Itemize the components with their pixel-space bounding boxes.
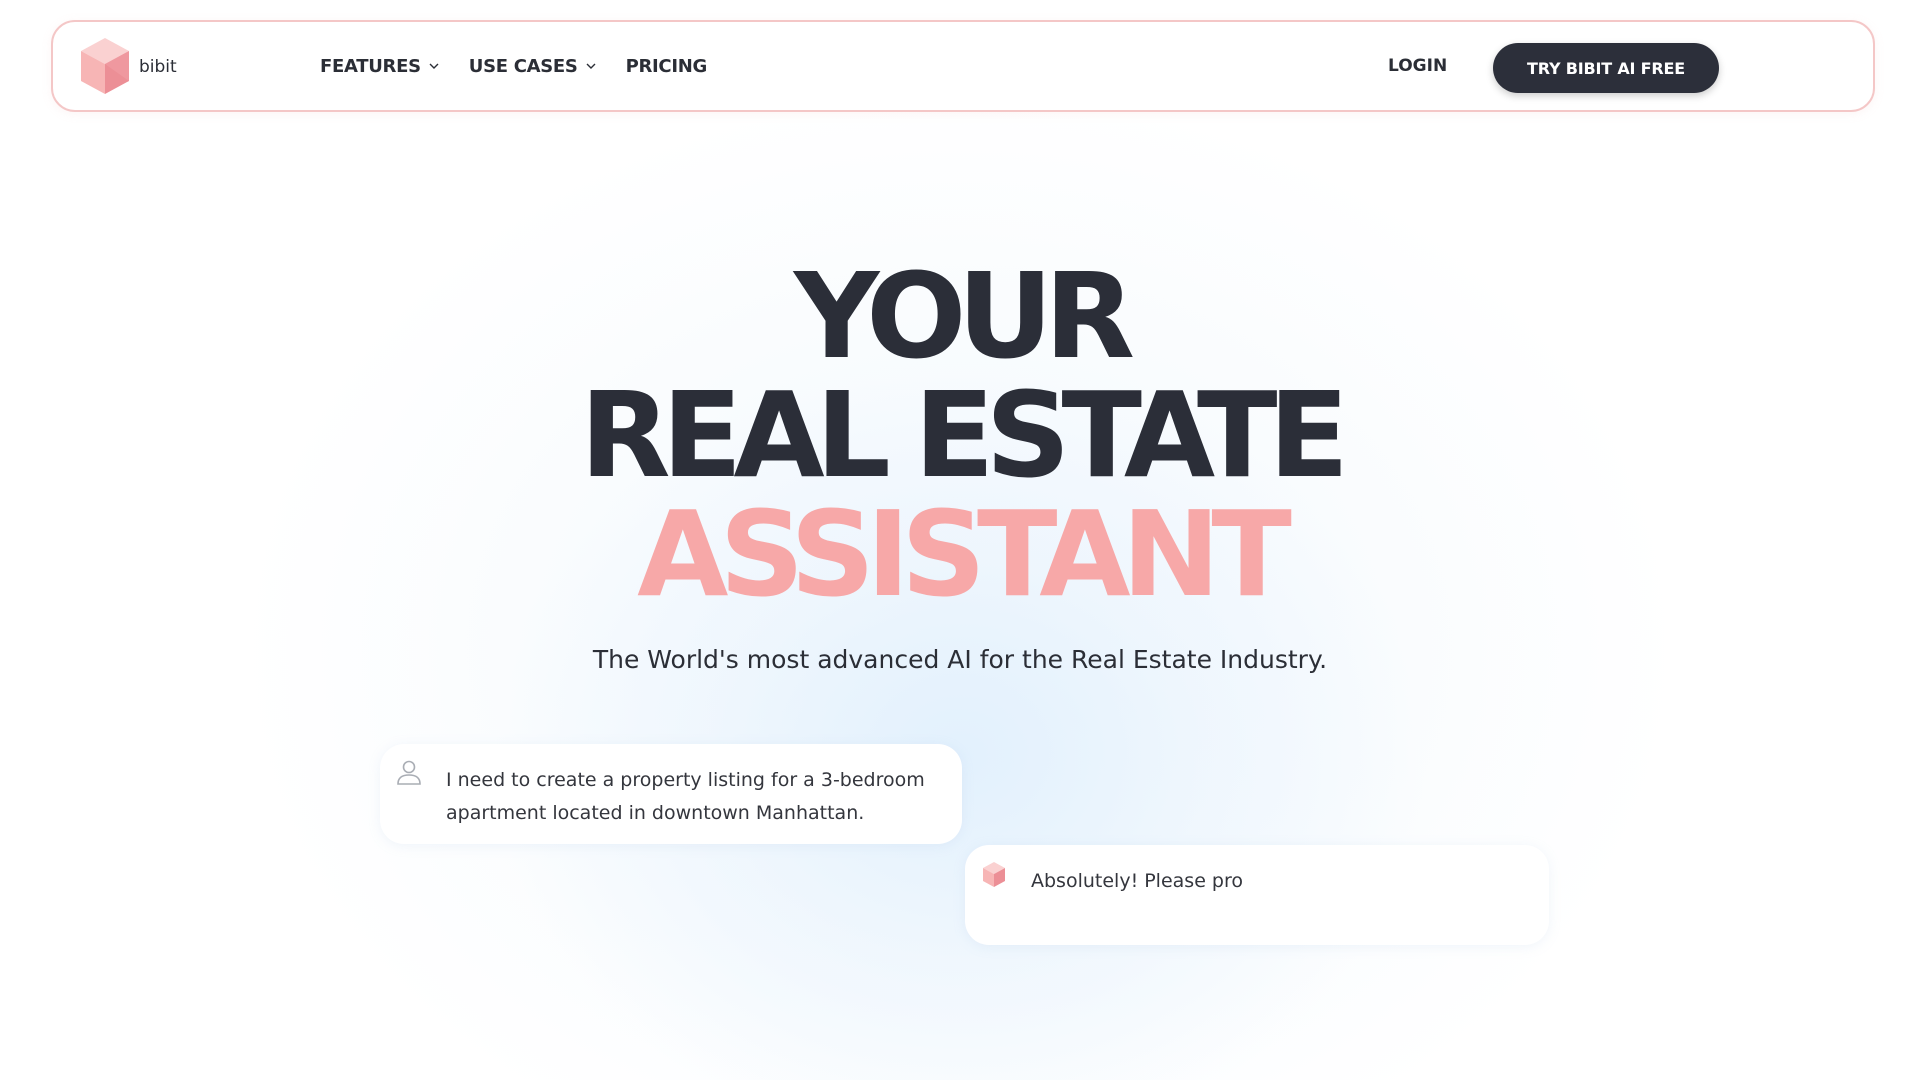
user-chat-bubble: I need to create a property listing for … xyxy=(380,744,962,844)
chevron-down-icon xyxy=(429,63,439,69)
login-link[interactable]: LOGIN xyxy=(1388,22,1447,110)
nav-item-pricing[interactable]: PRICING xyxy=(625,55,708,77)
hero-title-line-3: ASSISTANT xyxy=(637,485,1292,623)
ai-message-text: Absolutely! Please pro xyxy=(1031,870,1243,892)
navbar: bibit FEATURES USE CASES PRICING LOGIN T… xyxy=(51,20,1875,112)
hero-title-line-2: REAL ESTATE xyxy=(579,366,1349,504)
user-icon xyxy=(397,760,421,785)
chevron-down-icon xyxy=(586,63,596,69)
nav-links: FEATURES USE CASES PRICING xyxy=(320,22,737,110)
bibit-cube-icon xyxy=(81,38,129,94)
nav-item-label: PRICING xyxy=(625,55,708,77)
bibit-cube-icon xyxy=(983,862,1005,887)
logo[interactable]: bibit xyxy=(77,36,177,98)
logo-text: bibit xyxy=(139,57,177,77)
try-free-button[interactable]: TRY BIBIT AI FREE xyxy=(1493,43,1719,93)
hero-subtitle: The World's most advanced AI for the Rea… xyxy=(592,645,1328,674)
nav-item-label: FEATURES xyxy=(320,55,421,77)
nav-item-features[interactable]: FEATURES xyxy=(320,56,439,77)
ai-chat-bubble: Absolutely! Please pro xyxy=(965,845,1549,945)
user-message-text: I need to create a property listing for … xyxy=(446,769,925,824)
hero-title-line-1: YOUR xyxy=(793,247,1135,385)
nav-item-use-cases[interactable]: USE CASES xyxy=(469,56,596,77)
landing-page: bibit FEATURES USE CASES PRICING LOGIN T… xyxy=(0,0,1920,1080)
nav-item-label: USE CASES xyxy=(468,55,578,77)
